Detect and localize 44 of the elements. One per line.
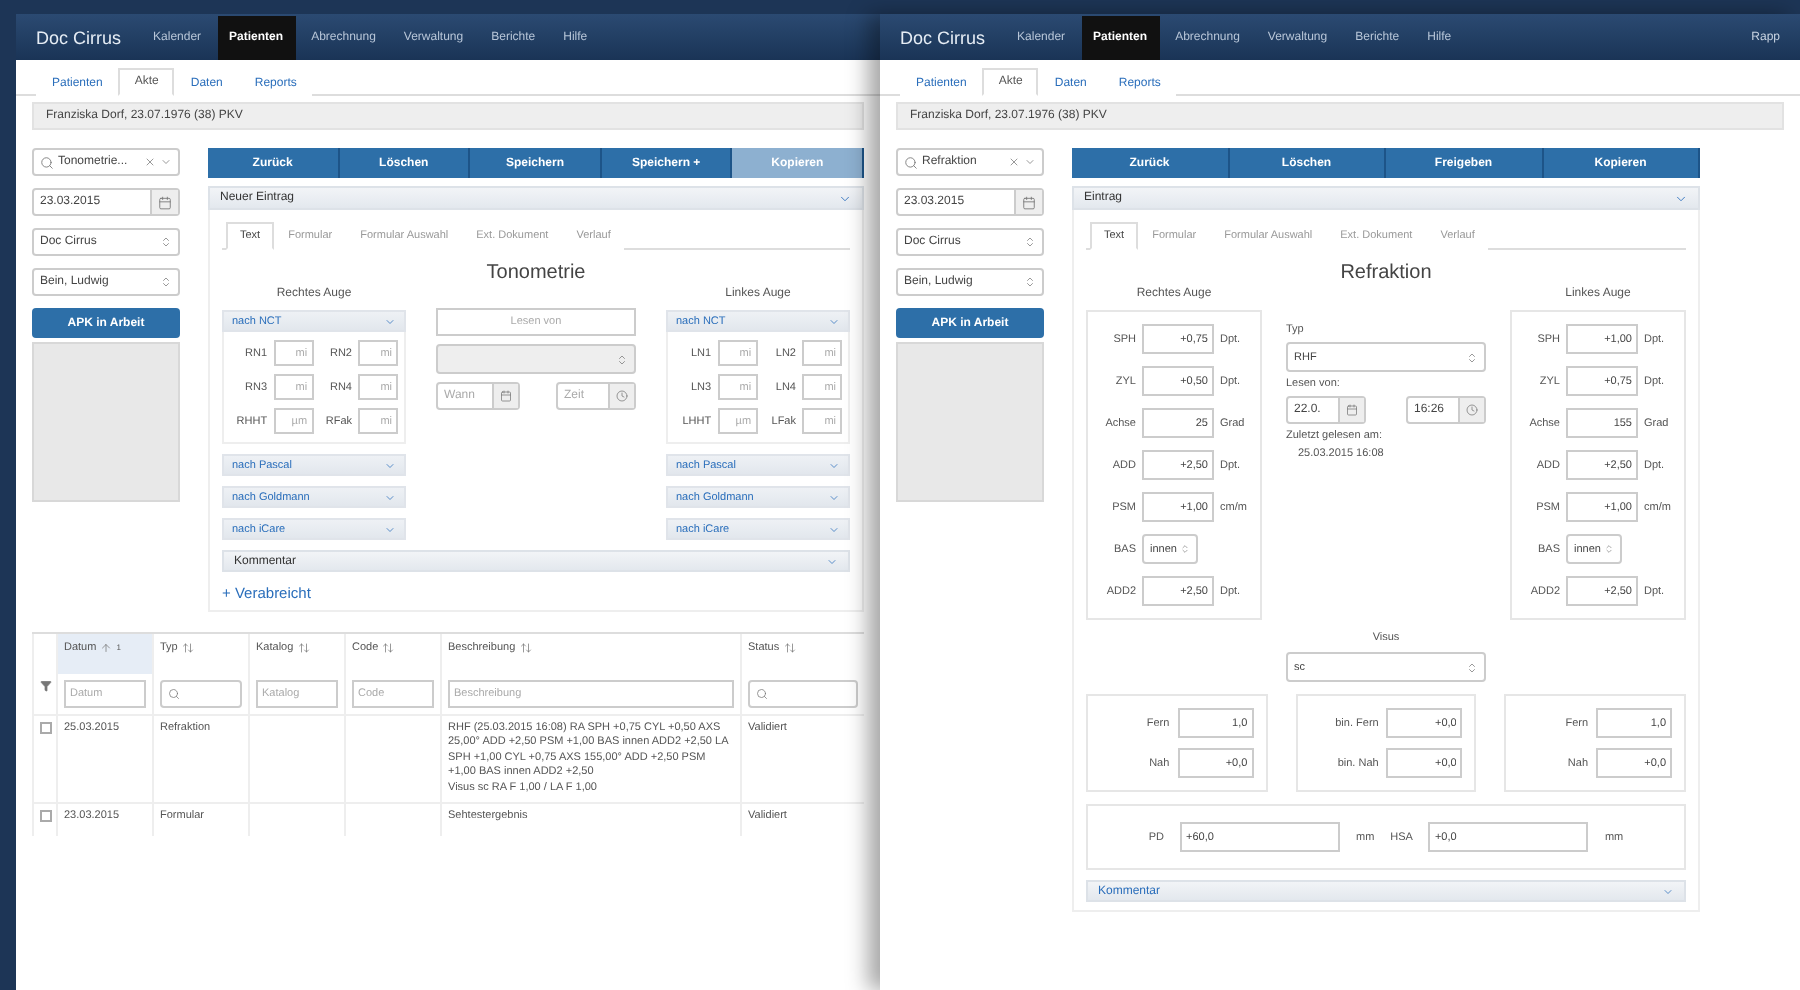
chevron-icon	[384, 459, 396, 471]
clear-icon[interactable]	[144, 156, 156, 168]
updown-icon	[1604, 544, 1614, 554]
chevron-icon	[828, 523, 840, 535]
chevron-icon	[384, 523, 396, 535]
sort-icon	[382, 642, 395, 654]
search-icon	[168, 688, 180, 700]
chevron-icon	[828, 459, 840, 471]
caret-icon	[160, 156, 172, 168]
chevron-icon	[1674, 191, 1688, 205]
chevron-icon	[828, 315, 840, 327]
row-checkbox[interactable]	[40, 722, 52, 734]
calendar-icon[interactable]	[158, 195, 172, 209]
form-heading: Refraktion	[1338, 262, 1434, 284]
brand-name: Doc Cirrus	[900, 27, 986, 47]
brand-name: Doc Cirrus	[36, 27, 122, 47]
chevron-icon	[384, 315, 396, 327]
filter-icon	[40, 680, 52, 692]
updown-icon	[1180, 544, 1190, 554]
search-icon	[904, 155, 918, 169]
caret-icon	[1024, 156, 1036, 168]
chevron-icon	[384, 491, 396, 503]
chevron-icon	[828, 491, 840, 503]
sort-icon	[519, 642, 532, 654]
search-icon	[756, 688, 768, 700]
sort-icon	[297, 642, 310, 654]
search-icon	[40, 155, 54, 169]
calendar-icon[interactable]	[1346, 404, 1358, 416]
sort-icon	[783, 642, 796, 654]
chevron-icon	[838, 191, 852, 205]
calendar-icon[interactable]	[500, 390, 512, 402]
select-field[interactable]	[436, 344, 636, 374]
filter-field[interactable]	[748, 680, 858, 708]
clear-icon[interactable]	[1008, 156, 1020, 168]
clock-icon[interactable]	[616, 390, 628, 402]
chevron-icon	[826, 555, 838, 567]
sort-up-icon	[100, 642, 113, 654]
sort-icon	[181, 642, 194, 654]
clock-icon[interactable]	[1466, 404, 1478, 416]
chevron-icon	[1662, 885, 1674, 897]
calendar-icon[interactable]	[1022, 195, 1036, 209]
row-checkbox[interactable]	[40, 810, 52, 823]
form-heading: Tonometrie	[484, 262, 588, 284]
filter-field[interactable]	[160, 680, 242, 708]
